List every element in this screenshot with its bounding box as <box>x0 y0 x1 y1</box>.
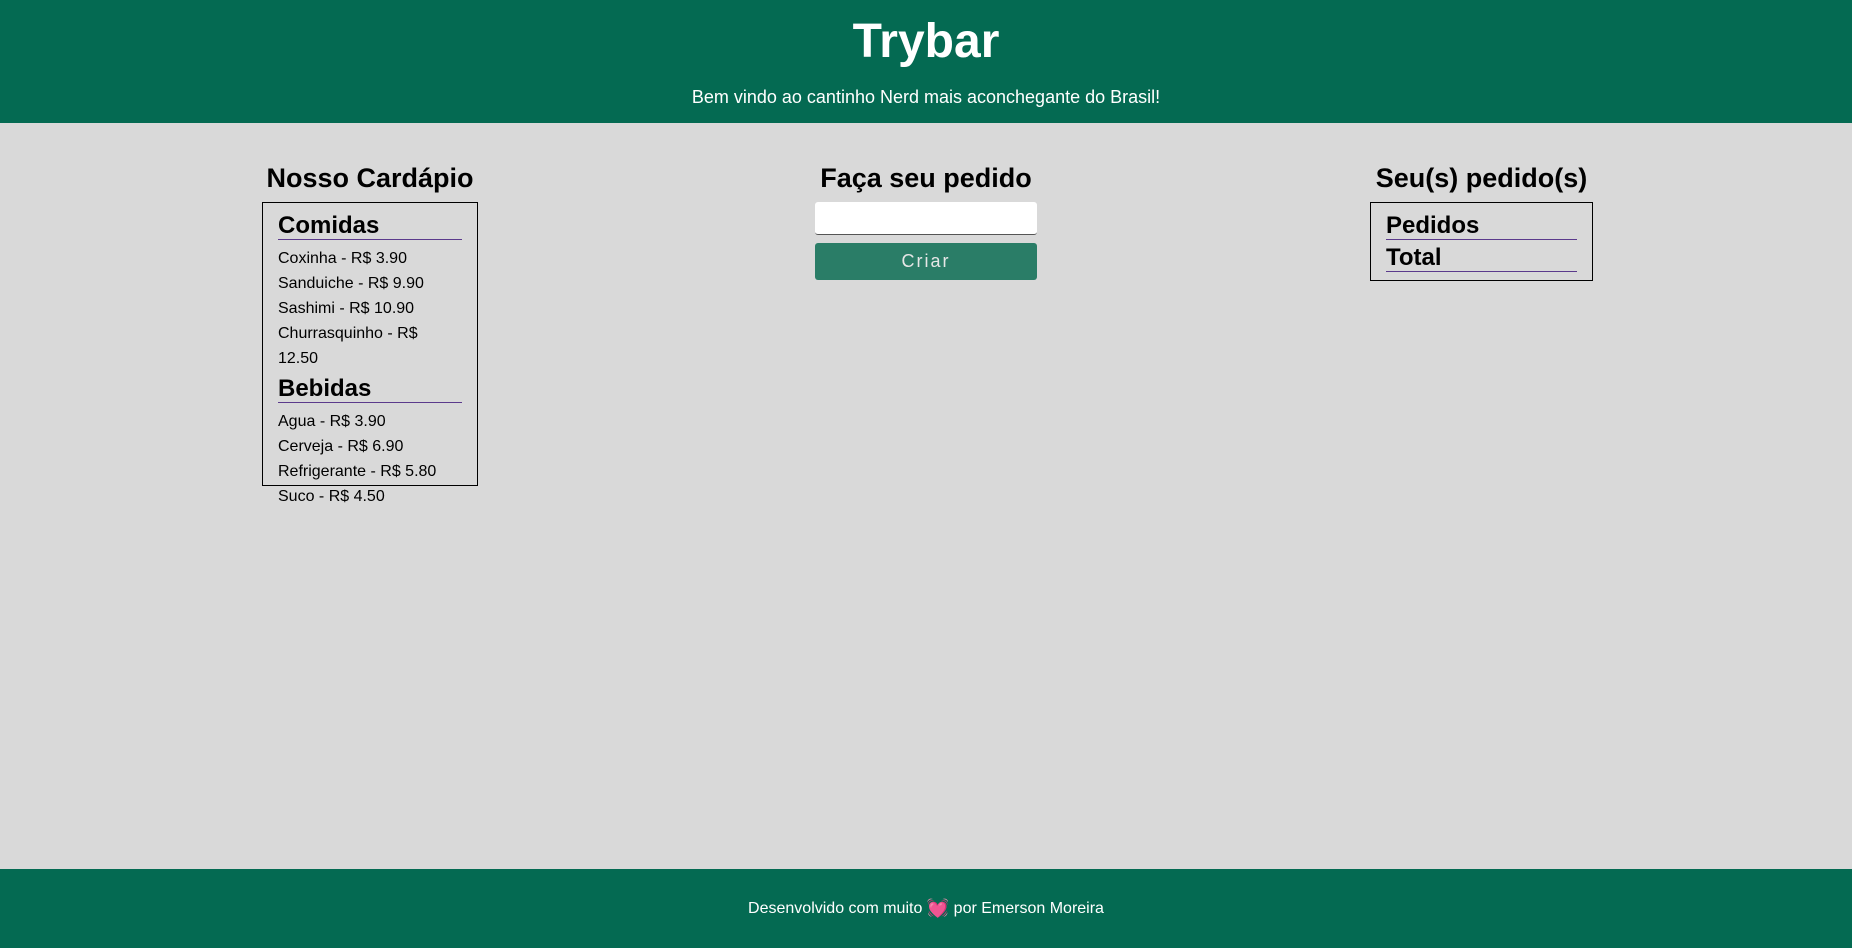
drinks-list: Agua - R$ 3.90 Cerveja - R$ 6.90 Refrige… <box>278 409 462 509</box>
order-input[interactable] <box>815 202 1037 235</box>
orders-box: Pedidos Total <box>1370 202 1593 281</box>
orders-heading: Pedidos <box>1386 213 1577 240</box>
drinks-heading: Bebidas <box>278 376 462 403</box>
page-header: Trybar Bem vindo ao cantinho Nerd mais a… <box>0 0 1852 123</box>
menu-item: Suco - R$ 4.50 <box>278 488 385 505</box>
menu-item: Churrasquinho - R$ 12.50 <box>278 325 418 367</box>
create-order-button[interactable]: Criar <box>815 243 1037 280</box>
heart-icon: 💓 <box>926 898 950 918</box>
menu-item: Cerveja - R$ 6.90 <box>278 438 404 455</box>
site-subtitle: Bem vindo ao cantinho Nerd mais aconcheg… <box>691 87 1161 107</box>
menu-item: Sanduiche - R$ 9.90 <box>278 275 424 292</box>
orders-title: Seu(s) pedido(s) <box>1375 163 1588 193</box>
footer-text-before: Desenvolvido com muito <box>748 900 923 917</box>
footer-text-after: por Emerson Moreira <box>953 900 1104 917</box>
menu-item: Refrigerante - R$ 5.80 <box>278 463 437 480</box>
site-title: Trybar <box>852 15 1000 68</box>
menu-item: Sashimi - R$ 10.90 <box>278 300 415 317</box>
menu-item: Agua - R$ 3.90 <box>278 413 386 430</box>
foods-heading: Comidas <box>278 213 462 240</box>
order-form-title: Faça seu pedido <box>820 163 1032 193</box>
foods-list: Coxinha - R$ 3.90 Sanduiche - R$ 9.90 Sa… <box>278 246 462 371</box>
menu-title: Nosso Cardápio <box>266 163 474 193</box>
menu-item: Coxinha - R$ 3.90 <box>278 250 407 267</box>
total-heading: Total <box>1386 245 1577 272</box>
menu-box: Comidas Coxinha - R$ 3.90 Sanduiche - R$… <box>262 202 478 505</box>
page-footer: Desenvolvido com muito 💓 por Emerson Mor… <box>0 869 1852 948</box>
